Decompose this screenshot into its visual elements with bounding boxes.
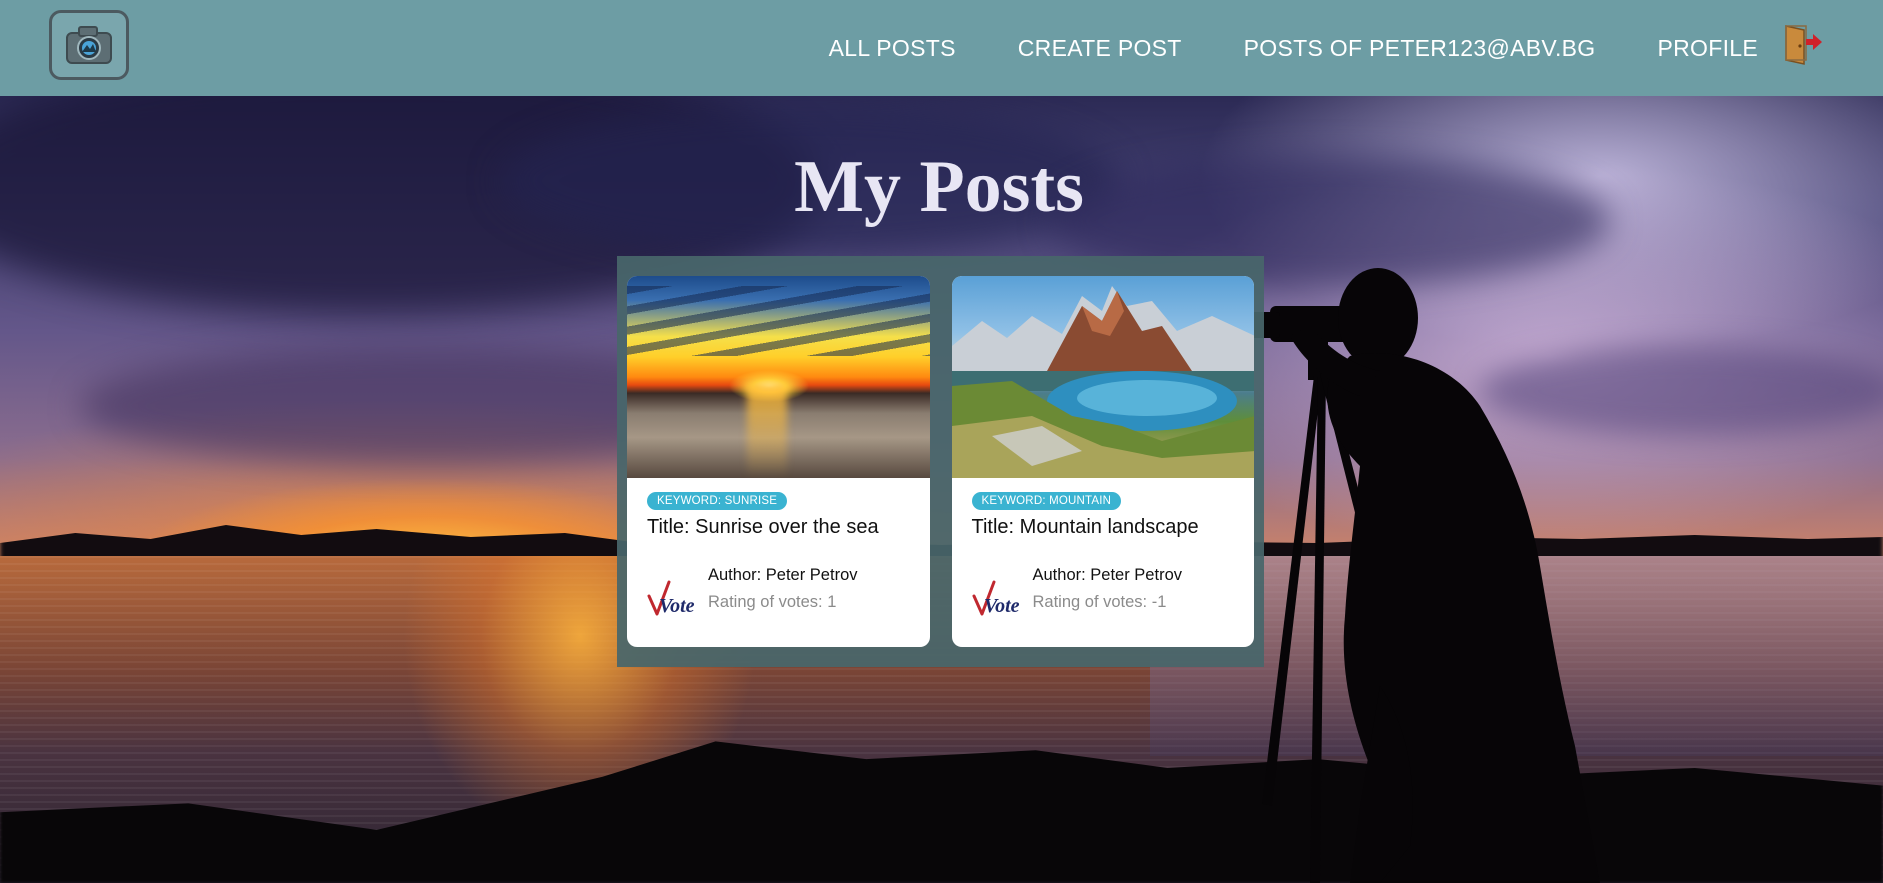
image-clouds [627, 286, 930, 356]
nav-all-posts[interactable]: ALL POSTS [829, 35, 956, 62]
top-navbar: ALL POSTS CREATE POST POSTS OF PETER123@… [0, 0, 1883, 96]
post-author: Author: Peter Petrov [1032, 566, 1183, 584]
card-body: KEYWORD: MOUNTAIN Title: Mountain landsc… [952, 478, 1255, 539]
nav-create-post[interactable]: CREATE POST [1018, 35, 1182, 62]
mountain-illustration [951, 286, 1254, 478]
my-posts-panel: KEYWORD: SUNRISE Title: Sunrise over the… [617, 256, 1264, 667]
post-image-sunrise[interactable] [627, 276, 930, 478]
nav-profile[interactable]: PROFILE [1657, 35, 1758, 62]
post-rating: Rating of votes: 1 [708, 593, 837, 611]
vote-logo-icon: Vote [647, 580, 695, 617]
logout-door-icon[interactable] [1782, 22, 1824, 66]
keyword-badge: KEYWORD: SUNRISE [647, 492, 788, 510]
card-footer: Vote Author: Peter Petrov Rating of vote… [647, 566, 917, 626]
card-footer: Vote Author: Peter Petrov Rating of vote… [972, 566, 1242, 626]
home-logo-button[interactable] [49, 10, 129, 80]
vote-logo-text: Vote [659, 595, 695, 617]
nav-links: ALL POSTS CREATE POST POSTS OF PETER123@… [767, 0, 1758, 96]
post-title: Title: Sunrise over the sea [647, 516, 879, 538]
post-rating: Rating of votes: -1 [1032, 593, 1167, 611]
post-author: Author: Peter Petrov [708, 566, 858, 584]
vote-logo-text: Vote [984, 595, 1020, 617]
post-card[interactable]: KEYWORD: SUNRISE Title: Sunrise over the… [627, 276, 930, 647]
vote-logo-icon: Vote [972, 580, 1020, 617]
keyword-badge: KEYWORD: MOUNTAIN [971, 492, 1122, 510]
card-body: KEYWORD: SUNRISE Title: Sunrise over the… [627, 478, 930, 539]
post-card[interactable]: KEYWORD: MOUNTAIN Title: Mountain landsc… [951, 276, 1255, 647]
page-title: My Posts [794, 146, 1084, 228]
post-title: Title: Mountain landscape [971, 516, 1199, 538]
nav-my-posts[interactable]: POSTS OF PETER123@ABV.BG [1244, 35, 1596, 62]
post-image-mountain[interactable] [951, 276, 1254, 478]
camera-logo-icon [66, 26, 112, 64]
image-sun-reflection [747, 384, 787, 478]
